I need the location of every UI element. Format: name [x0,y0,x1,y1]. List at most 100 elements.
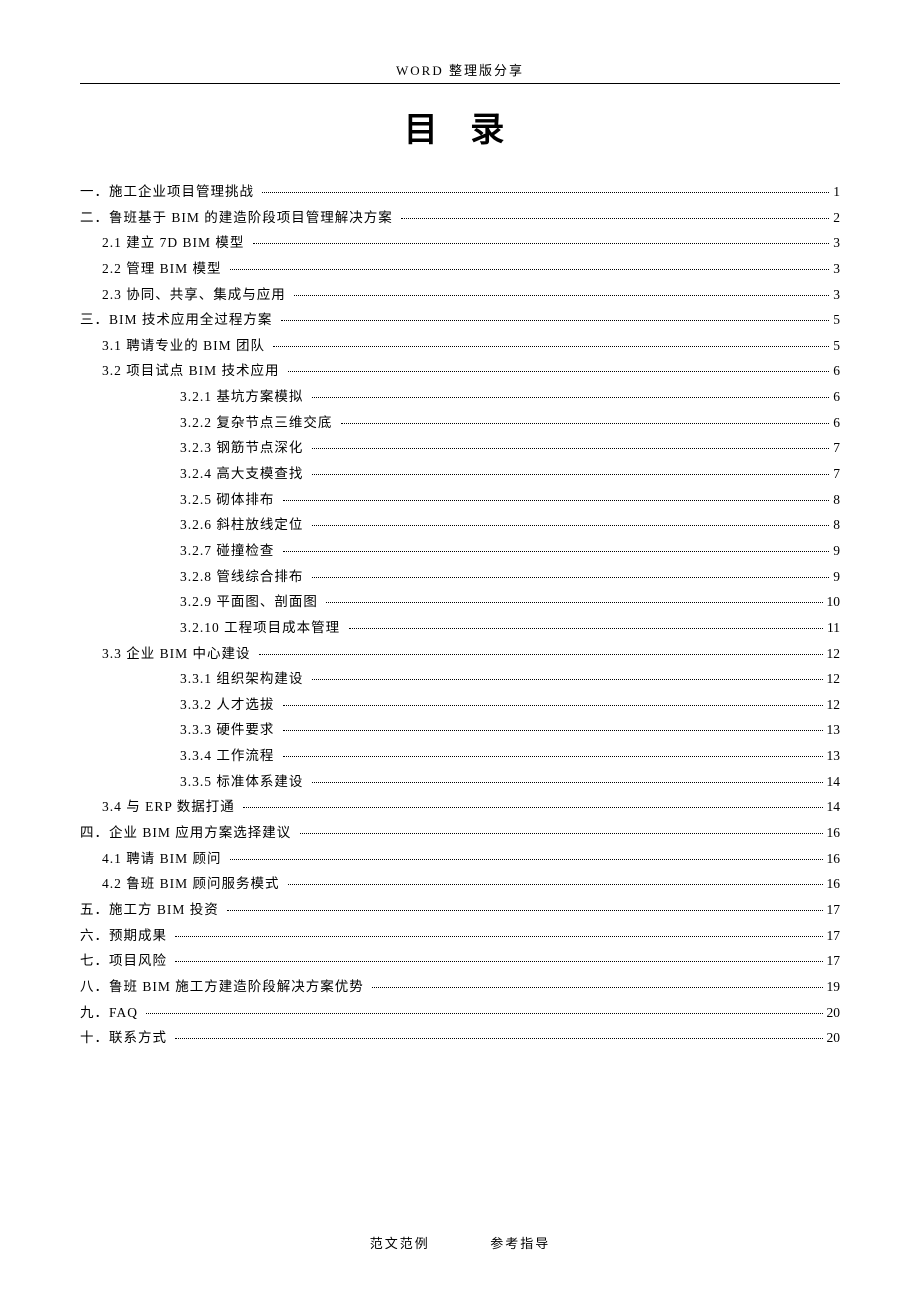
toc-entry[interactable]: 3.2.4 高大支模查找 7 [80,461,840,487]
toc-leader-dots [230,859,823,860]
toc-entry-page: 3 [833,256,840,282]
toc-entry[interactable]: 3.3.2 人才选拔 12 [80,692,840,718]
footer-left: 范文范例 [370,1236,430,1251]
toc-entry-page: 20 [827,1025,841,1051]
toc-leader-dots [283,551,830,552]
page-header: WORD 整理版分享 [80,60,840,84]
toc-entry-page: 3 [833,282,840,308]
toc-entry-label: 3.3.5 标准体系建设 [180,769,308,795]
toc-leader-dots [146,1013,822,1014]
toc-entry-page: 7 [833,461,840,487]
toc-entry-label: 3.2.4 高大支模查找 [180,461,308,487]
toc-entry[interactable]: 七．项目风险 17 [80,948,840,974]
toc-leader-dots [262,192,829,193]
toc-entry[interactable]: 3.3.4 工作流程 13 [80,743,840,769]
toc-entry[interactable]: 4.2 鲁班 BIM 顾问服务模式 16 [80,871,840,897]
toc-entry[interactable]: 3.2.3 钢筋节点深化 7 [80,435,840,461]
toc-leader-dots [300,833,823,834]
header-text: WORD 整理版分享 [396,63,524,78]
document-page: WORD 整理版分享 目 录 一．施工企业项目管理挑战 1二．鲁班基于 BIM … [0,0,920,1091]
footer-right: 参考指导 [490,1236,550,1251]
toc-entry-label: 3.3 企业 BIM 中心建设 [102,641,255,667]
toc-entry[interactable]: 3.2.10 工程项目成本管理 11 [80,615,840,641]
toc-leader-dots [372,987,822,988]
toc-entry-page: 17 [827,897,841,923]
toc-entry-page: 13 [827,717,841,743]
toc-entry-label: 九．FAQ [80,1000,142,1026]
toc-entry-page: 5 [833,307,840,333]
toc-entry-page: 17 [827,948,841,974]
toc-entry[interactable]: 3.2 项目试点 BIM 技术应用 6 [80,358,840,384]
toc-entry-label: 3.3.2 人才选拔 [180,692,279,718]
toc-entry[interactable]: 3.2.5 砌体排布 8 [80,487,840,513]
toc-entry-page: 6 [833,358,840,384]
toc-entry[interactable]: 3.2.2 复杂节点三维交底 6 [80,410,840,436]
table-of-contents: 一．施工企业项目管理挑战 1二．鲁班基于 BIM 的建造阶段项目管理解决方案 2… [80,179,840,1051]
toc-entry[interactable]: 一．施工企业项目管理挑战 1 [80,179,840,205]
toc-entry-label: 2.1 建立 7D BIM 模型 [102,230,249,256]
toc-leader-dots [230,269,829,270]
toc-entry[interactable]: 五．施工方 BIM 投资 17 [80,897,840,923]
toc-entry-label: 3.2.3 钢筋节点深化 [180,435,308,461]
toc-entry-label: 七．项目风险 [80,948,171,974]
toc-leader-dots [312,525,830,526]
toc-entry-label: 六．预期成果 [80,923,171,949]
toc-entry-page: 11 [827,615,840,641]
toc-entry-page: 19 [827,974,841,1000]
toc-entry-label: 3.2.10 工程项目成本管理 [180,615,345,641]
toc-entry-label: 3.2.8 管线综合排布 [180,564,308,590]
toc-entry-label: 3.1 聘请专业的 BIM 团队 [102,333,269,359]
toc-entry[interactable]: 2.2 管理 BIM 模型 3 [80,256,840,282]
toc-entry[interactable]: 八．鲁班 BIM 施工方建造阶段解决方案优势 19 [80,974,840,1000]
toc-leader-dots [326,602,822,603]
toc-entry-label: 一．施工企业项目管理挑战 [80,179,258,205]
toc-leader-dots [341,423,830,424]
toc-entry[interactable]: 2.1 建立 7D BIM 模型 3 [80,230,840,256]
toc-entry-label: 4.1 聘请 BIM 顾问 [102,846,226,872]
toc-entry-page: 3 [833,230,840,256]
toc-entry-page: 16 [827,820,841,846]
toc-entry-label: 3.2.6 斜柱放线定位 [180,512,308,538]
toc-entry[interactable]: 2.3 协同、共享、集成与应用 3 [80,282,840,308]
toc-leader-dots [175,936,822,937]
toc-entry-page: 6 [833,384,840,410]
toc-entry-label: 3.2.2 复杂节点三维交底 [180,410,337,436]
toc-entry-page: 16 [827,846,841,872]
toc-entry-label: 3.2.7 碰撞检查 [180,538,279,564]
toc-entry-page: 12 [827,666,841,692]
toc-entry[interactable]: 二．鲁班基于 BIM 的建造阶段项目管理解决方案 2 [80,205,840,231]
toc-entry[interactable]: 十．联系方式 20 [80,1025,840,1051]
toc-leader-dots [312,448,830,449]
toc-entry[interactable]: 3.2.1 基坑方案模拟 6 [80,384,840,410]
toc-entry[interactable]: 3.3.3 硬件要求 13 [80,717,840,743]
toc-entry-label: 2.2 管理 BIM 模型 [102,256,226,282]
toc-entry-label: 3.2.9 平面图、剖面图 [180,589,322,615]
toc-entry-label: 3.4 与 ERP 数据打通 [102,794,239,820]
toc-entry[interactable]: 3.2.7 碰撞检查 9 [80,538,840,564]
toc-leader-dots [175,961,822,962]
toc-entry[interactable]: 3.2.8 管线综合排布 9 [80,564,840,590]
toc-leader-dots [243,807,822,808]
toc-entry[interactable]: 3.3.5 标准体系建设 14 [80,769,840,795]
toc-leader-dots [175,1038,822,1039]
toc-entry-page: 17 [827,923,841,949]
toc-leader-dots [281,320,829,321]
toc-entry[interactable]: 四．企业 BIM 应用方案选择建议 16 [80,820,840,846]
toc-entry[interactable]: 3.3 企业 BIM 中心建设 12 [80,641,840,667]
toc-entry[interactable]: 3.3.1 组织架构建设 12 [80,666,840,692]
toc-entry[interactable]: 3.2.9 平面图、剖面图 10 [80,589,840,615]
toc-entry[interactable]: 三．BIM 技术应用全过程方案 5 [80,307,840,333]
toc-entry-label: 十．联系方式 [80,1025,171,1051]
toc-entry[interactable]: 4.1 聘请 BIM 顾问 16 [80,846,840,872]
toc-entry-label: 3.2.5 砌体排布 [180,487,279,513]
toc-entry-page: 5 [833,333,840,359]
toc-entry[interactable]: 九．FAQ 20 [80,1000,840,1026]
toc-entry[interactable]: 3.2.6 斜柱放线定位 8 [80,512,840,538]
toc-entry-page: 10 [827,589,841,615]
toc-entry-label: 五．施工方 BIM 投资 [80,897,223,923]
toc-entry[interactable]: 六．预期成果 17 [80,923,840,949]
toc-entry-page: 8 [833,512,840,538]
toc-entry[interactable]: 3.4 与 ERP 数据打通 14 [80,794,840,820]
toc-entry-page: 13 [827,743,841,769]
toc-entry[interactable]: 3.1 聘请专业的 BIM 团队 5 [80,333,840,359]
